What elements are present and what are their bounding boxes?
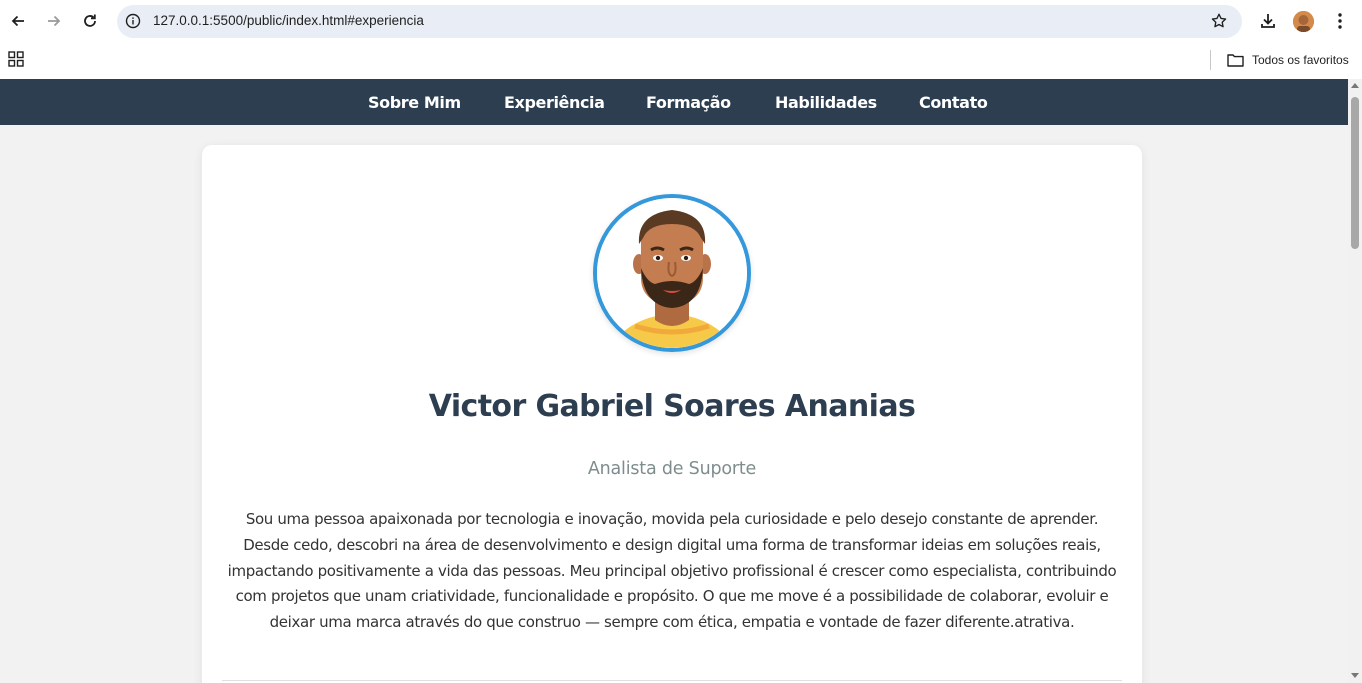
scrollbar-thumb[interactable]: [1351, 97, 1359, 249]
reload-button[interactable]: [79, 10, 101, 32]
person-avatar-illustration: [597, 198, 747, 348]
scroll-up-arrow[interactable]: [1351, 83, 1359, 88]
site-navbar: Sobre Mim Experiência Formação Habilidad…: [0, 79, 1348, 125]
nav-link-sobre-mim[interactable]: Sobre Mim: [368, 93, 461, 112]
download-icon: [1261, 14, 1275, 28]
download-button[interactable]: [1257, 10, 1279, 32]
profile-photo: [593, 194, 751, 352]
nav-link-contato[interactable]: Contato: [919, 93, 988, 112]
profile-card: Victor Gabriel Soares Ananias Analista d…: [202, 145, 1142, 683]
page-scrollbar[interactable]: [1348, 79, 1362, 683]
apps-grid-icon[interactable]: [8, 51, 24, 67]
profile-name: Victor Gabriel Soares Ananias: [428, 389, 916, 424]
folder-icon: [1227, 54, 1244, 67]
browser-toolbar: 127.0.0.1:5500/public/index.html#experie…: [0, 0, 1362, 42]
arrow-left-icon: [11, 15, 24, 27]
profile-avatar[interactable]: [1293, 11, 1314, 32]
nav-link-formacao[interactable]: Formação: [646, 93, 731, 112]
nav-link-experiencia[interactable]: Experiência: [504, 93, 605, 112]
profile-bio: Sou uma pessoa apaixonada por tecnologia…: [227, 510, 1117, 632]
avatar: [1293, 11, 1314, 32]
bookmarks-bar: Todos os favoritos: [0, 42, 1362, 79]
address-bar[interactable]: 127.0.0.1:5500/public/index.html#experie…: [117, 5, 1242, 38]
forward-button[interactable]: [43, 10, 65, 32]
back-button[interactable]: [7, 10, 29, 32]
info-icon[interactable]: [125, 13, 141, 29]
all-bookmarks-folder[interactable]: Todos os favoritos: [1227, 50, 1349, 70]
nav-link-habilidades[interactable]: Habilidades: [775, 93, 877, 112]
page-viewport: Sobre Mim Experiência Formação Habilidad…: [0, 79, 1362, 683]
profile-role: Analista de Suporte: [587, 459, 757, 479]
bookmarks-divider: [1210, 50, 1211, 70]
url-text[interactable]: 127.0.0.1:5500/public/index.html#experie…: [153, 13, 424, 28]
arrow-right-icon: [48, 15, 61, 27]
star-icon[interactable]: [1210, 12, 1228, 30]
more-vertical-icon: [1338, 13, 1342, 29]
section-divider: [222, 680, 1122, 681]
browser-menu-button[interactable]: [1329, 10, 1351, 32]
scroll-down-arrow[interactable]: [1351, 673, 1359, 678]
bookmarks-folder-label: Todos os favoritos: [1252, 53, 1349, 67]
reload-icon: [84, 14, 96, 27]
